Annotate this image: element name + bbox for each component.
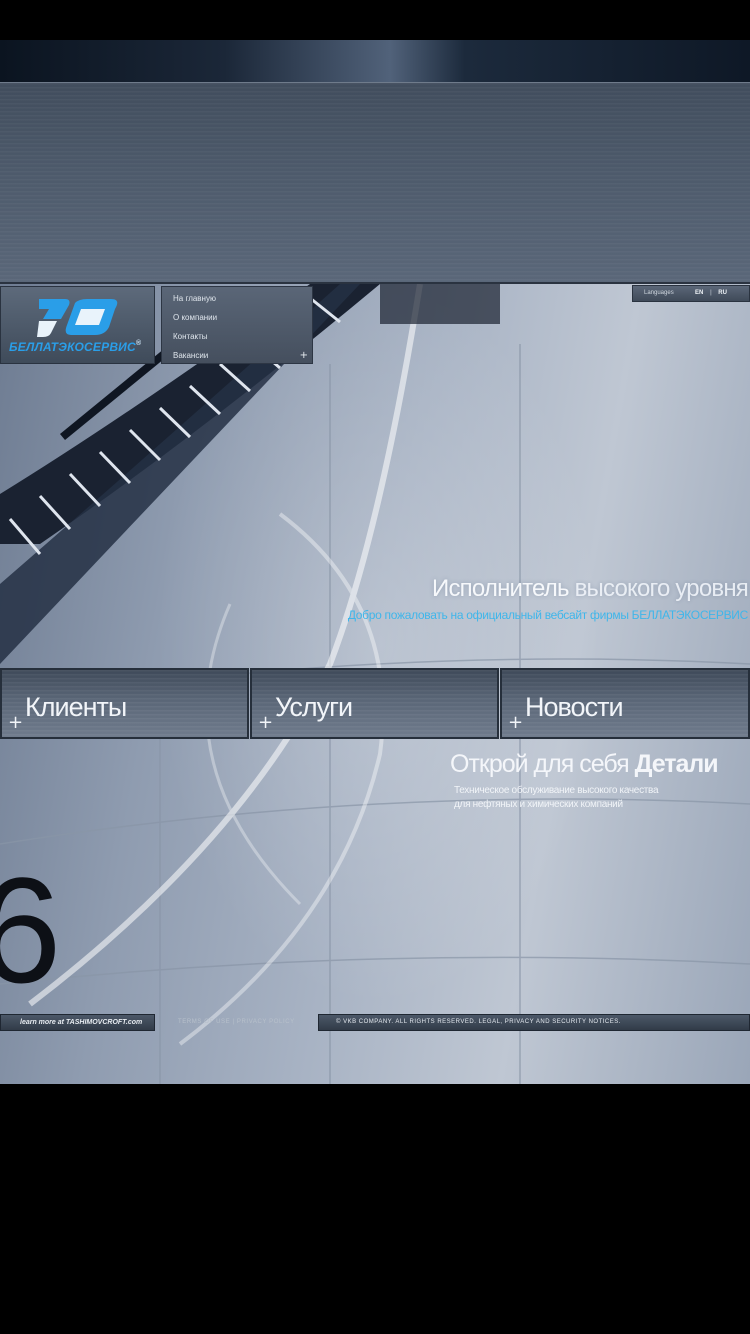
slogan-bold: Исполнитель [432,575,570,602]
details-title: Открой для себя Детали [450,750,719,779]
nav-item-home[interactable]: На главную [173,292,312,311]
slogan-light: высокого уровня [568,575,749,602]
nav-item-about[interactable]: О компании [173,311,312,330]
tile-services[interactable]: Услуги + [250,668,499,739]
tile-services-label: Услуги [275,692,353,722]
lang-en-link[interactable]: EN [695,290,703,296]
details-line-1: Техническое обслуживание высокого качест… [454,785,659,796]
details-title-bold: Детали [634,750,719,778]
lang-ru-link[interactable]: RU [718,290,727,296]
copyright-notice: © VKB COMPANY. ALL RIGHTS RESERVED. LEGA… [318,1014,750,1031]
learn-more-link[interactable]: learn more at TASHIMOVCROFT.com [0,1014,155,1031]
languages-label: Languages [644,290,674,296]
registered-mark: ® [135,340,142,347]
nav-expand-icon[interactable]: + [300,350,308,361]
plus-icon: + [8,712,24,733]
decorative-digit: 6 [0,846,62,1014]
main-navigation: На главную О компании Контакты Вакансии … [161,286,313,364]
company-name: БЕЛЛАТЭКОСЕРВИС® [9,340,142,354]
details-description: Техническое обслуживание высокого качест… [454,784,659,812]
tile-news-label: Новости [525,692,624,722]
language-switcher: Languages EN | RU [632,285,750,302]
nav-item-vacancies[interactable]: Вакансии [173,349,312,368]
plus-icon: + [258,712,274,733]
nav-item-contacts[interactable]: Контакты [173,330,312,349]
details-title-light: Открой для себя [450,750,635,778]
hero-slogan: Исполнитель высокого уровня [432,575,749,603]
company-logo-icon [37,299,118,337]
terms-privacy-links[interactable]: TERMS OF USE | PRIVACY POLICY [178,1019,295,1025]
logo-box[interactable]: БЕЛЛАТЭКОСЕРВИС® [0,286,155,364]
details-line-2: для нефтяных и химических компаний [454,799,623,810]
plus-icon: + [508,712,524,733]
tile-news[interactable]: Новости + [500,668,750,739]
header-panel [0,82,750,284]
welcome-text: Добро пожаловать на официальный вебсайт … [347,608,748,622]
tile-clients-label: Клиенты [25,692,127,722]
top-black-bar [0,0,750,40]
tile-clients[interactable]: Клиенты + [0,668,249,739]
bottom-black-area [0,1084,750,1334]
top-banner-strip [0,40,750,82]
lang-separator: | [710,290,712,296]
